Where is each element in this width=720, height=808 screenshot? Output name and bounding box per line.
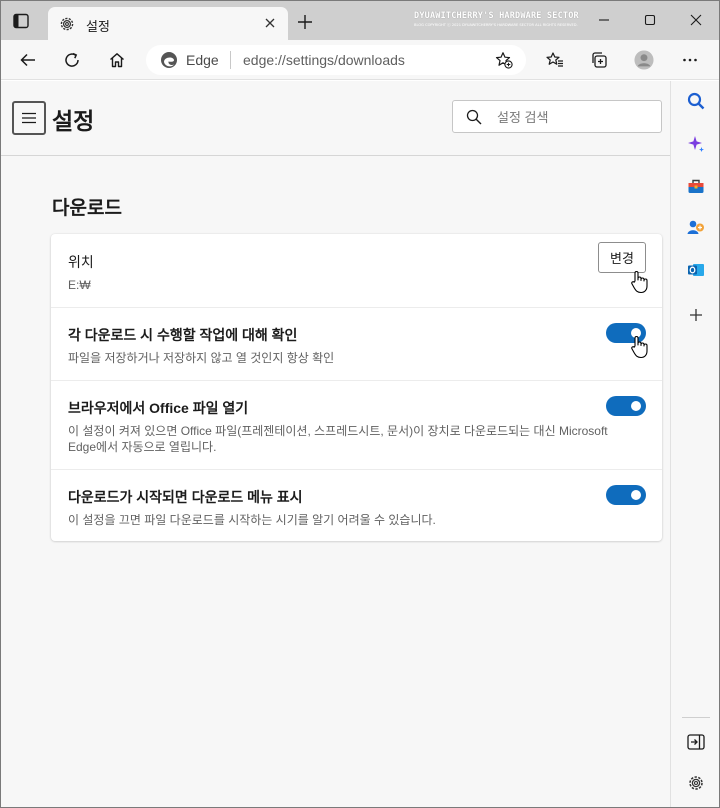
- downloads-settings-card: 위치 E:₩ 변경 각 다운로드 시 수행할 작업에 대해 확인 파일을 저장하…: [51, 234, 662, 541]
- sidebar-search-button[interactable]: [686, 91, 706, 111]
- favorites-icon: [546, 52, 563, 67]
- hamburger-icon: [22, 112, 36, 124]
- watermark-subtitle: BLOG COPYRIGHT ⓒ 2021 DYUAWITCHERRY'S HA…: [414, 23, 578, 27]
- setting-row-office-files: 브라우저에서 Office 파일 열기 이 설정이 켜져 있으면 Office …: [51, 380, 662, 469]
- refresh-icon: [65, 52, 79, 67]
- more-icon: [683, 58, 697, 62]
- search-icon: [687, 92, 705, 110]
- maximize-icon: [644, 14, 656, 26]
- setting-title: 각 다운로드 시 수행할 작업에 대해 확인: [68, 327, 298, 343]
- setting-row-location: 위치 E:₩ 변경: [51, 234, 662, 307]
- address-bar[interactable]: Edge edge://settings/downloads: [146, 45, 526, 75]
- settings-content: 설정 다운로드 위치 E:₩ 변경 각 다운로드 시 수행할 작업에 대해 확인…: [0, 81, 670, 808]
- toolbox-icon: [688, 179, 704, 193]
- gear-icon: [60, 17, 74, 31]
- home-icon: [110, 53, 124, 68]
- plus-icon[interactable]: [296, 13, 314, 31]
- back-arrow-icon: [20, 53, 35, 67]
- plus-icon: [690, 309, 702, 321]
- settings-search-box[interactable]: [452, 100, 662, 133]
- watermark-title: DYUAWITCHERRY'S HARDWARE SECTOR: [414, 11, 579, 21]
- watermark: DYUAWITCHERRY'S HARDWARE SECTOR BLOG COP…: [414, 11, 579, 35]
- title-bar: 설정 DYUAWITCHERRY'S HARDWARE SECTOR BLOG …: [0, 0, 720, 40]
- page-title: 설정: [52, 108, 95, 134]
- close-window-button[interactable]: [688, 12, 704, 28]
- tab-actions-button[interactable]: [10, 10, 32, 32]
- edge-sidebar: [670, 81, 720, 808]
- section-title: 다운로드: [52, 198, 122, 219]
- tab-settings[interactable]: 설정: [48, 7, 288, 40]
- hand-cursor-icon: [631, 271, 648, 294]
- setting-title: 다운로드가 시작되면 다운로드 메뉴 표시: [68, 489, 303, 505]
- collections-icon: [592, 52, 607, 68]
- url-text[interactable]: edge://settings/downloads: [243, 52, 405, 68]
- site-name: Edge: [186, 52, 219, 68]
- hide-sidebar-icon: [687, 734, 705, 750]
- refresh-button[interactable]: [62, 50, 82, 70]
- sidebar-tools-button[interactable]: [686, 176, 706, 196]
- settings-search-input[interactable]: [497, 107, 647, 127]
- sparkle-icon: [688, 136, 704, 152]
- outlook-icon: [688, 264, 704, 276]
- gear-icon: [689, 776, 703, 790]
- sidebar-discover-button[interactable]: [686, 134, 706, 154]
- tab-close-button[interactable]: [262, 15, 278, 31]
- setting-description: 이 설정을 끄면 파일 다운로드를 시작하는 시기를 알기 어려울 수 있습니다…: [68, 513, 436, 527]
- sidebar-divider: [682, 717, 710, 718]
- download-menu-toggle[interactable]: [606, 485, 646, 505]
- maximize-button[interactable]: [642, 12, 658, 28]
- close-icon: [690, 14, 702, 26]
- setting-description: 이 설정이 켜져 있으면 Office 파일(프레젠테이션, 스프레드시트, 문…: [68, 424, 608, 454]
- home-button[interactable]: [107, 50, 127, 70]
- toggle-knob: [631, 401, 641, 411]
- edge-logo-icon: [161, 52, 177, 68]
- change-location-button[interactable]: 변경: [598, 242, 646, 273]
- hand-cursor-icon: [631, 336, 648, 359]
- settings-menu-button[interactable]: [12, 101, 46, 135]
- people-icon: [687, 220, 704, 234]
- setting-row-download-menu: 다운로드가 시작되면 다운로드 메뉴 표시 이 설정을 끄면 파일 다운로드를 …: [51, 469, 662, 541]
- toolbar: Edge edge://settings/downloads: [0, 40, 720, 80]
- search-icon: [466, 109, 482, 125]
- tab-title: 설정: [86, 19, 110, 34]
- address-divider: [230, 51, 231, 69]
- sidebar-outlook-button[interactable]: [686, 260, 706, 280]
- more-button[interactable]: [680, 50, 700, 70]
- profile-icon: [634, 50, 654, 70]
- setting-title: 위치: [68, 254, 94, 270]
- close-icon: [265, 18, 275, 28]
- sidebar-add-button[interactable]: [686, 305, 706, 325]
- collections-button[interactable]: [589, 50, 609, 70]
- minimize-button[interactable]: [596, 12, 612, 28]
- favorites-button[interactable]: [545, 50, 565, 70]
- add-favorite-icon[interactable]: [495, 51, 513, 69]
- setting-value: E:₩: [68, 278, 91, 292]
- sidebar-hide-button[interactable]: [686, 732, 706, 752]
- back-button[interactable]: [18, 50, 38, 70]
- setting-row-ask-download: 각 다운로드 시 수행할 작업에 대해 확인 파일을 저장하거나 저장하지 않고…: [51, 307, 662, 380]
- settings-header: 설정: [0, 81, 670, 156]
- tab-actions-icon: [13, 13, 29, 29]
- profile-button[interactable]: [634, 50, 654, 70]
- office-files-toggle[interactable]: [606, 396, 646, 416]
- toggle-knob: [631, 490, 641, 500]
- sidebar-settings-button[interactable]: [686, 773, 706, 793]
- sidebar-games-button[interactable]: [686, 218, 706, 238]
- minimize-icon: [599, 19, 609, 21]
- setting-description: 파일을 저장하거나 저장하지 않고 열 것인지 항상 확인: [68, 351, 335, 365]
- setting-title: 브라우저에서 Office 파일 열기: [68, 400, 249, 416]
